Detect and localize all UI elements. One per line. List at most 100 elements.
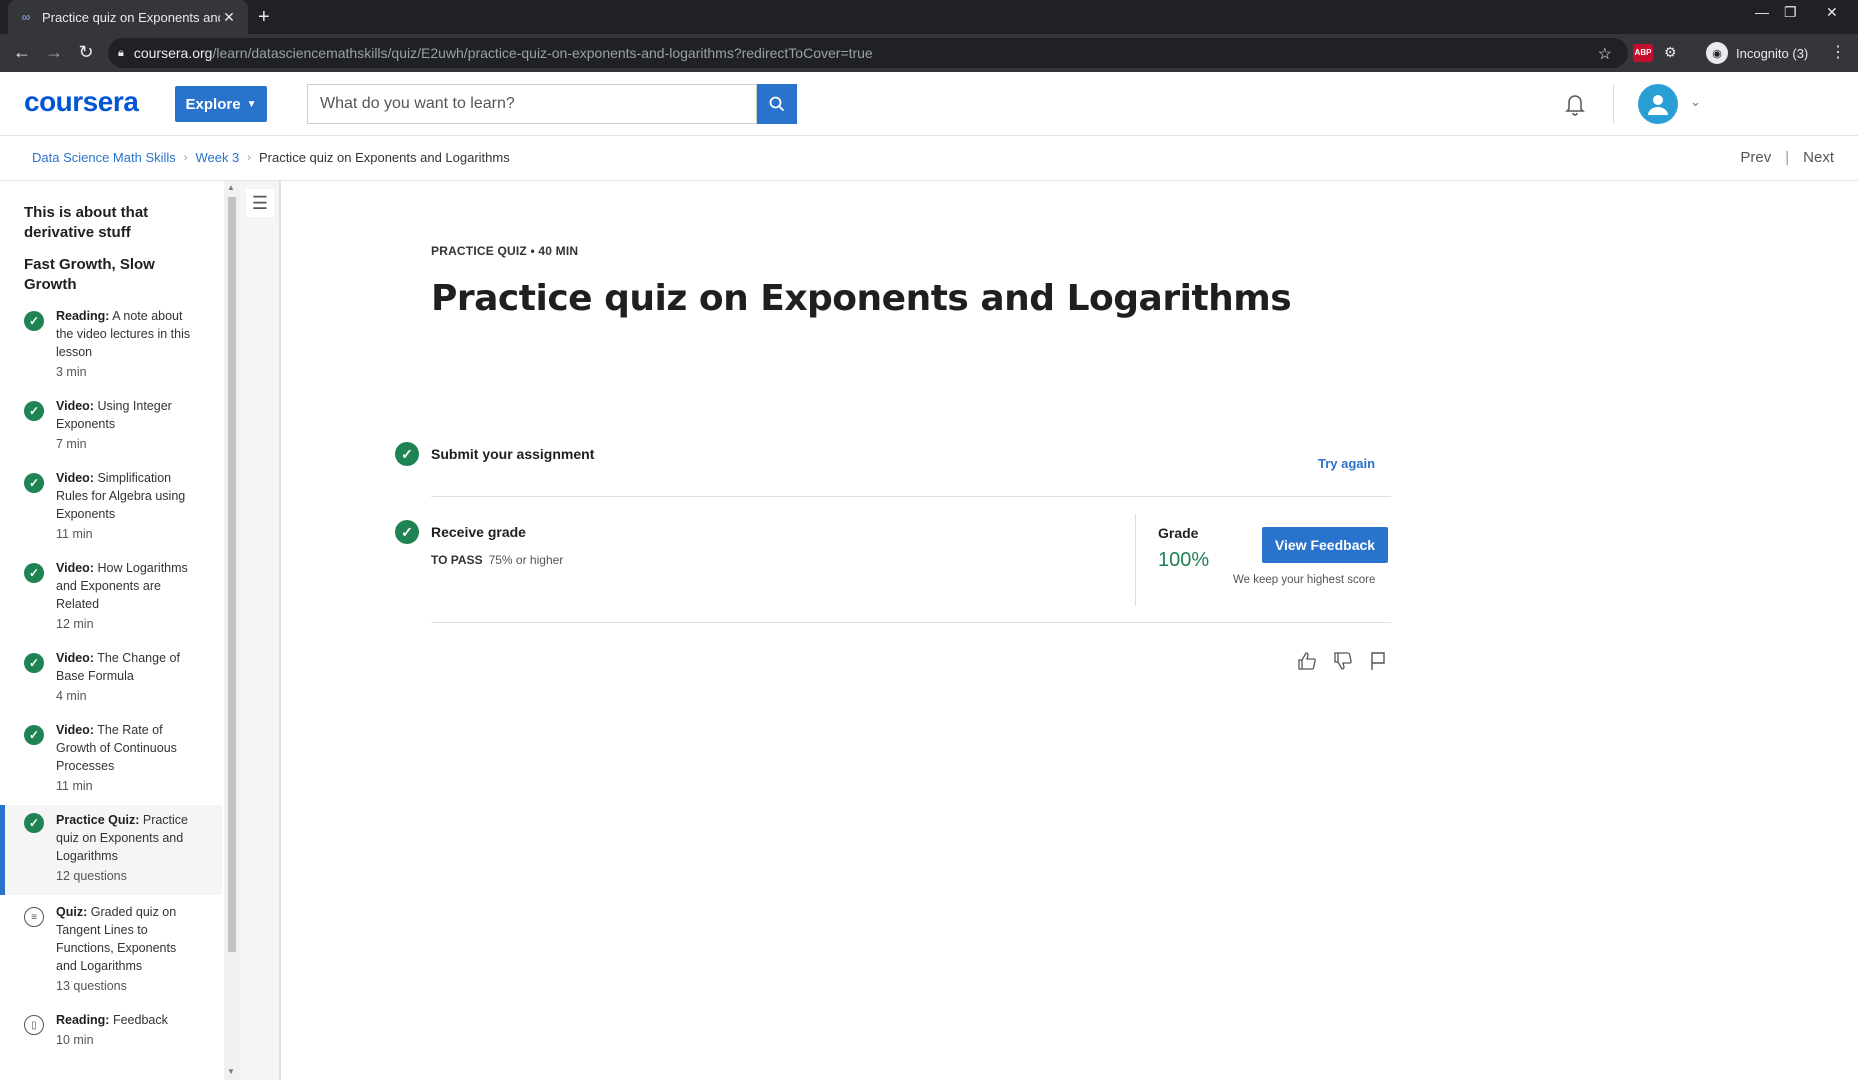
receive-grade-title: Receive grade: [431, 524, 526, 540]
chevron-right-icon: ›: [247, 151, 251, 164]
sidebar-item[interactable]: ✓ Video: Simplification Rules for Algebr…: [0, 469, 222, 549]
completed-check-icon: ✓: [24, 725, 44, 745]
chevron-down-icon: ▼: [246, 98, 257, 110]
to-pass-value: 75% or higher: [488, 553, 564, 567]
list-outline-icon[interactable]: ☰: [246, 189, 274, 217]
close-window-icon[interactable]: ✕: [1826, 4, 1838, 21]
incognito-label: Incognito (3): [1736, 45, 1809, 61]
explore-label: Explore: [185, 95, 241, 113]
item-meta: 11 min: [56, 527, 93, 541]
scrollbar-thumb[interactable]: [228, 197, 236, 952]
item-meta: 12 min: [56, 617, 94, 631]
item-title: Feedback: [112, 1013, 168, 1027]
notification-bell-icon[interactable]: [1563, 92, 1587, 122]
to-pass-requirement: TO PASS 75% or higher: [431, 553, 563, 567]
item-meta: 13 questions: [56, 979, 127, 993]
chevron-down-icon[interactable]: ⌄: [1690, 94, 1701, 110]
restore-icon[interactable]: ❐: [1784, 4, 1797, 21]
reload-icon[interactable]: ↻: [76, 42, 96, 63]
user-avatar[interactable]: [1638, 84, 1678, 124]
view-feedback-button[interactable]: View Feedback: [1262, 527, 1388, 563]
coursera-logo[interactable]: coursera: [24, 86, 139, 118]
new-tab-icon[interactable]: +: [258, 6, 270, 29]
page-title: Practice quiz on Exponents and Logarithm…: [431, 278, 1292, 319]
item-meta: 4 min: [56, 689, 87, 703]
incognito-icon: ◉: [1706, 42, 1728, 64]
tab-title: Practice quiz on Exponents and L: [42, 9, 220, 25]
try-again-link[interactable]: Try again: [1318, 456, 1375, 471]
reading-book-icon: ▯: [24, 1015, 44, 1035]
forward-icon[interactable]: →: [44, 42, 64, 63]
item-meta: 7 min: [56, 437, 87, 451]
highest-score-note: We keep your highest score: [1233, 574, 1376, 586]
completed-check-icon: ✓: [24, 813, 44, 833]
address-bar[interactable]: 🔒︎ coursera.org/learn/datasciencemathski…: [108, 38, 1628, 68]
flag-icon[interactable]: [1367, 651, 1389, 677]
item-type: Video:: [56, 399, 94, 413]
bookmark-star-icon[interactable]: ☆: [1598, 44, 1612, 64]
divider: [431, 622, 1391, 623]
sidebar-item[interactable]: ≡ Quiz: Graded quiz on Tangent Lines to …: [0, 903, 222, 993]
next-link[interactable]: Next: [1803, 149, 1834, 166]
sidebar-item[interactable]: ✓ Video: The Change of Base Formula 4 min: [0, 649, 222, 711]
divider: [431, 496, 1391, 497]
lock-icon: 🔒︎: [118, 46, 124, 59]
sidebar-item[interactable]: ✓ Video: Using Integer Exponents 7 min: [0, 397, 222, 459]
search-placeholder: What do you want to learn?: [320, 95, 515, 112]
grade-divider: [1135, 514, 1136, 606]
sidebar-item[interactable]: ✓ Video: The Rate of Growth of Continuou…: [0, 721, 222, 801]
back-icon[interactable]: ←: [12, 42, 32, 63]
thumbs-up-icon[interactable]: [1296, 651, 1318, 677]
item-meta: 11 min: [56, 779, 93, 793]
scroll-down-icon[interactable]: ▼: [227, 1067, 235, 1076]
header-divider: [1613, 84, 1614, 124]
scroll-up-icon[interactable]: ▲: [227, 183, 235, 192]
explore-button[interactable]: Explore ▼: [175, 86, 267, 122]
sidebar-scrollbar[interactable]: ▲ ▼: [224, 181, 240, 1080]
incognito-indicator[interactable]: ◉ Incognito (3): [1706, 41, 1808, 65]
prev-next-nav: Prev | Next: [1740, 149, 1834, 166]
coursera-favicon-icon: ∞: [21, 10, 31, 24]
quiz-kicker: PRACTICE QUIZ • 40 MIN: [431, 244, 579, 258]
item-type: Video:: [56, 561, 94, 575]
breadcrumb-current: Practice quiz on Exponents and Logarithm…: [258, 150, 510, 165]
thumbs-down-icon[interactable]: [1332, 651, 1354, 677]
sidebar-item-active[interactable]: ✓ Practice Quiz: Practice quiz on Expone…: [0, 805, 222, 895]
close-tab-icon[interactable]: ✕: [220, 9, 238, 26]
breadcrumb: Data Science Math Skills › Week 3 › Prac…: [32, 150, 510, 165]
item-type: Video:: [56, 723, 94, 737]
browser-tab[interactable]: ∞ Practice quiz on Exponents and L ✕: [8, 0, 248, 34]
completed-check-icon: ✓: [24, 653, 44, 673]
sidebar-item[interactable]: ✓ Reading: A note about the video lectur…: [0, 307, 222, 387]
url-host: coursera.org: [133, 45, 213, 61]
grade-label: Grade: [1158, 525, 1199, 541]
sidebar-heading-lesson: This is about that derivative stuff: [24, 204, 149, 241]
item-type: Quiz:: [56, 905, 88, 919]
quiz-icon: ≡: [24, 907, 44, 927]
nav-divider: |: [1785, 149, 1790, 166]
search-input[interactable]: What do you want to learn?: [307, 84, 757, 124]
breadcrumb-course[interactable]: Data Science Math Skills: [32, 150, 176, 165]
grade-value: 100%: [1158, 549, 1210, 571]
browser-menu-icon[interactable]: ⋮: [1830, 42, 1846, 62]
browser-toolbar: ← → ↻ 🔒︎ coursera.org/learn/datasciencem…: [0, 34, 1858, 72]
item-type: Video:: [56, 471, 94, 485]
item-type: Video:: [56, 651, 94, 665]
search-button[interactable]: [757, 84, 797, 124]
item-type: Practice Quiz:: [56, 813, 140, 827]
outline-toggle-strip: ☰: [240, 181, 281, 1080]
adblock-extension-icon[interactable]: ABP: [1633, 44, 1653, 62]
prev-link[interactable]: Prev: [1740, 149, 1771, 166]
item-meta: 3 min: [56, 365, 87, 379]
extension-icon[interactable]: ⚙: [1664, 44, 1682, 62]
sidebar-item[interactable]: ✓ Video: How Logarithms and Exponents ar…: [0, 559, 222, 639]
browser-tab-bar: ∞ Practice quiz on Exponents and L ✕ + —…: [0, 0, 1858, 34]
completed-check-icon: ✓: [395, 520, 419, 544]
minimize-icon[interactable]: —: [1755, 4, 1769, 20]
submit-step-title: Submit your assignment: [431, 446, 595, 462]
sidebar-item[interactable]: ▯ Reading: Feedback 10 min: [0, 1011, 222, 1061]
breadcrumb-week[interactable]: Week 3: [195, 150, 239, 165]
item-type: Reading:: [56, 1013, 110, 1027]
site-header: coursera Explore ▼ What do you want to l…: [0, 72, 1858, 136]
chevron-right-icon: ›: [183, 151, 188, 164]
